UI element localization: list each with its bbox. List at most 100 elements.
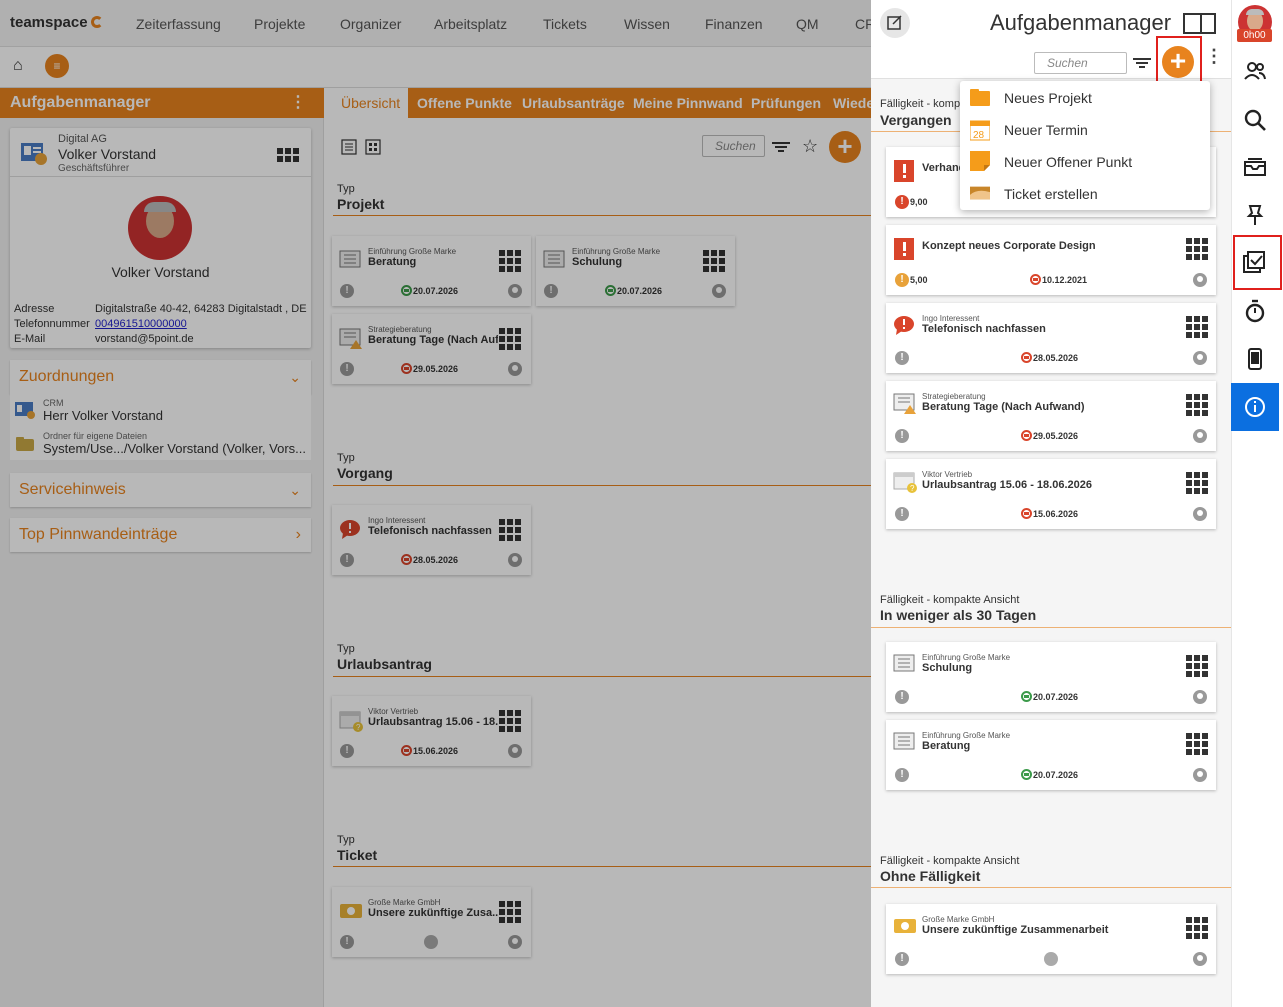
task-card[interactable]: Große Marke GmbH Unsere zukünftige Zusam… — [886, 904, 1216, 974]
panel-title: Aufgabenmanager — [990, 10, 1172, 35]
effort-icon: ! — [895, 273, 909, 287]
split-view-icon[interactable] — [1183, 13, 1216, 34]
card-title: Unsere zukünftige Zusammenarbeit — [922, 924, 1109, 936]
apps-grid-icon[interactable] — [1186, 917, 1208, 939]
calendar-icon: 28 — [970, 120, 990, 141]
task-card[interactable]: Einführung Große Marke Beratung ! 20.07.… — [886, 720, 1216, 790]
more-vertical-icon[interactable]: ⋮ — [1205, 47, 1223, 65]
svg-text:28: 28 — [973, 130, 985, 141]
time-badge: 0h00 — [1237, 29, 1272, 42]
effort-icon: ! — [895, 195, 909, 209]
mobile-icon[interactable] — [1231, 336, 1279, 382]
filter-icon[interactable] — [1133, 56, 1151, 70]
apps-grid-icon[interactable] — [1186, 655, 1208, 677]
card-subtitle: Einführung Große Marke — [922, 731, 1011, 740]
section-label: Fälligkeit - komp — [880, 98, 961, 110]
contacts-icon[interactable] — [1231, 48, 1279, 94]
due-date: 29.05.2026 — [1021, 430, 1078, 441]
section-weniger-30-tage: In weniger als 30 Tagen — [880, 607, 1037, 623]
card-title: Konzept neues Corporate Design — [922, 240, 1096, 252]
pin-icon[interactable] — [1231, 192, 1279, 238]
folder-icon — [970, 89, 990, 106]
person-icon[interactable] — [1193, 507, 1207, 521]
svg-text:?: ? — [910, 484, 915, 493]
section-label: Fälligkeit - kompakte Ansicht — [880, 855, 1020, 867]
speech-bubble-icon — [894, 316, 914, 335]
apps-grid-icon[interactable] — [1186, 472, 1208, 494]
section-label: Fälligkeit - kompakte Ansicht — [880, 594, 1020, 606]
open-point-urgent-icon — [894, 160, 914, 182]
vacation-request-icon: ? — [893, 472, 917, 493]
section-ohne-faelligkeit: Ohne Fälligkeit — [880, 868, 981, 884]
menu-item-label: Ticket erstellen — [1004, 186, 1098, 202]
section-vergangen: Vergangen — [880, 112, 952, 128]
inbox-icon[interactable] — [1231, 144, 1279, 190]
project-warning-icon — [893, 393, 916, 414]
task-card[interactable]: Strategieberatung Beratung Tage (Nach Au… — [886, 381, 1216, 451]
card-subtitle: Große Marke GmbH — [922, 915, 995, 924]
due-date: 15.06.2026 — [1021, 508, 1078, 519]
effort-value: 9,00 — [910, 197, 928, 207]
person-icon[interactable] — [1193, 690, 1207, 704]
priority-icon: ! — [895, 429, 909, 443]
person-icon[interactable] — [1193, 429, 1207, 443]
due-date: 10.12.2021 — [1030, 274, 1087, 285]
card-title: Beratung — [922, 740, 971, 752]
task-card[interactable]: Konzept neues Corporate Design ! 5,00 10… — [886, 225, 1216, 295]
due-date: 20.07.2026 — [1021, 769, 1078, 780]
info-icon — [1245, 397, 1265, 417]
priority-icon: ! — [895, 351, 909, 365]
card-title: Schulung — [922, 662, 973, 674]
apps-grid-icon[interactable] — [1186, 733, 1208, 755]
menu-item-label: Neues Projekt — [1004, 90, 1092, 106]
stopwatch-icon[interactable] — [1231, 288, 1279, 334]
card-subtitle: Einführung Große Marke — [922, 653, 1011, 662]
sticky-note-icon — [970, 151, 990, 171]
priority-icon: ! — [895, 690, 909, 704]
divider — [871, 627, 1231, 628]
person-icon[interactable] — [1193, 952, 1207, 966]
apps-grid-icon[interactable] — [1186, 394, 1208, 416]
highlight-task-manager — [1233, 235, 1282, 290]
menu-item-neuer-termin[interactable]: 28 Neuer Termin — [960, 114, 1210, 146]
card-title: Urlaubsantrag 15.06 - 18.06.2026 — [922, 479, 1092, 491]
card-title: Beratung Tage (Nach Aufwand) — [922, 401, 1085, 413]
info-button[interactable] — [1231, 383, 1279, 431]
apps-grid-icon[interactable] — [1186, 238, 1208, 260]
apps-grid-icon[interactable] — [1186, 316, 1208, 338]
status-icon — [1044, 952, 1058, 966]
menu-item-label: Neuer Termin — [1004, 122, 1088, 138]
person-icon[interactable] — [1193, 273, 1207, 287]
effort-value: 5,00 — [910, 275, 928, 285]
priority-icon: ! — [895, 507, 909, 521]
card-subtitle: Viktor Vertrieb — [922, 470, 973, 479]
card-subtitle: Ingo Interessent — [922, 314, 980, 323]
task-card[interactable]: Einführung Große Marke Schulung ! 20.07.… — [886, 642, 1216, 712]
card-title: Telefonisch nachfassen — [922, 323, 1046, 335]
modal-backdrop[interactable] — [0, 0, 871, 1007]
priority-icon: ! — [895, 952, 909, 966]
task-card[interactable]: Ingo Interessent Telefonisch nachfassen … — [886, 303, 1216, 373]
person-icon[interactable] — [1193, 768, 1207, 782]
menu-item-neuer-offener-punkt[interactable]: Neuer Offener Punkt — [960, 146, 1210, 178]
search-icon[interactable] — [1231, 97, 1279, 143]
menu-item-neues-projekt[interactable]: Neues Projekt — [960, 82, 1210, 114]
project-icon — [893, 732, 915, 750]
open-point-urgent-icon — [894, 238, 914, 260]
create-menu: Neues Projekt 28 Neuer Termin Neuer Offe… — [960, 81, 1210, 210]
card-subtitle: Strategieberatung — [922, 392, 986, 401]
divider — [871, 887, 1231, 888]
edit-task-icon[interactable] — [880, 8, 910, 38]
ticket-icon — [894, 919, 916, 933]
due-date: 28.05.2026 — [1021, 352, 1078, 363]
panel-search-input[interactable]: Suchen — [1034, 52, 1127, 74]
card-title: Verhand — [922, 162, 966, 174]
menu-item-label: Neuer Offener Punkt — [1004, 154, 1133, 170]
priority-icon: ! — [895, 768, 909, 782]
project-icon — [893, 654, 915, 672]
task-card[interactable]: ? Viktor Vertrieb Urlaubsantrag 15.06 - … — [886, 459, 1216, 529]
due-date: 20.07.2026 — [1021, 691, 1078, 702]
person-icon[interactable] — [1193, 351, 1207, 365]
menu-item-ticket-erstellen[interactable]: Ticket erstellen — [960, 178, 1210, 210]
ticket-icon — [970, 186, 990, 200]
